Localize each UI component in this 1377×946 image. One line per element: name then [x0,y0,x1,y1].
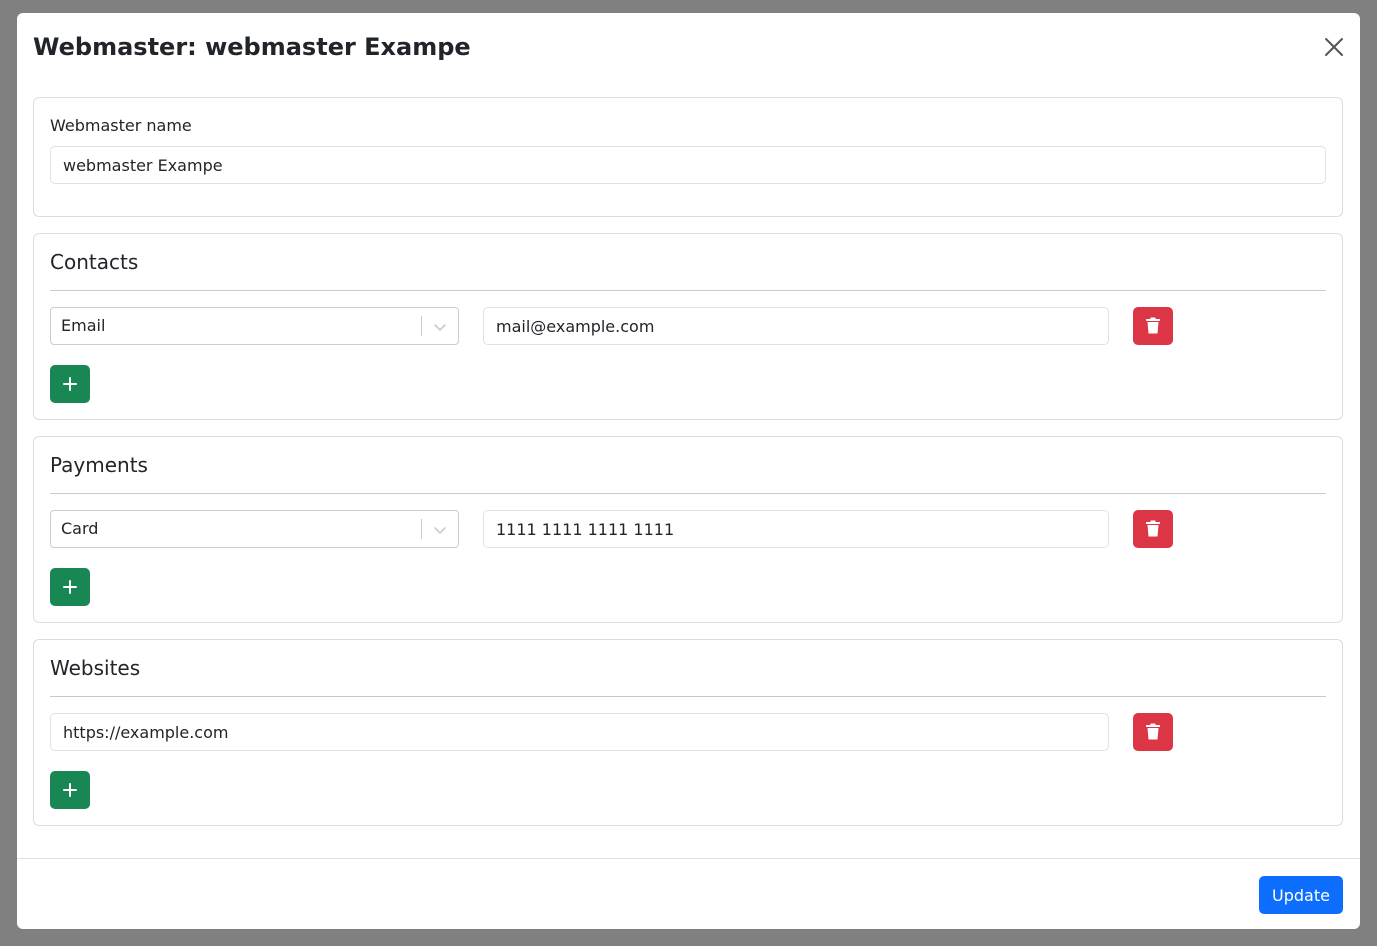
modal-title: Webmaster: webmaster Exampe [33,33,471,61]
plus-icon [63,377,77,391]
webmaster-modal: Webmaster: webmaster Exampe Webmaster na… [17,13,1360,929]
contact-type-select[interactable]: Email [50,307,459,345]
website-url-input[interactable] [50,713,1109,751]
webmaster-name-card: Webmaster name [33,97,1343,217]
select-separator [421,316,422,336]
add-payment-button[interactable] [50,568,90,606]
websites-title: Websites [50,656,141,680]
webmaster-name-label: Webmaster name [50,116,192,135]
close-icon [1325,38,1343,56]
delete-contact-button[interactable] [1133,307,1173,345]
delete-payment-button[interactable] [1133,510,1173,548]
payments-title: Payments [50,453,148,477]
payment-type-value: Card [61,519,99,538]
plus-icon [63,580,77,594]
modal-footer: Update [17,858,1360,929]
add-website-button[interactable] [50,771,90,809]
payment-type-select[interactable]: Card [50,510,459,548]
delete-website-button[interactable] [1133,713,1173,751]
select-separator [421,519,422,539]
trash-icon [1146,723,1160,740]
update-button[interactable]: Update [1259,876,1343,914]
contacts-title: Contacts [50,250,139,274]
webmaster-name-input[interactable] [50,146,1326,184]
websites-card: Websites [33,639,1343,826]
contact-type-value: Email [61,316,106,335]
trash-icon [1146,317,1160,334]
payments-card: Payments Card [33,436,1343,623]
chevron-down-icon [434,527,446,535]
contacts-card: Contacts Email [33,233,1343,420]
close-button[interactable] [1322,35,1346,59]
payment-value-input[interactable] [483,510,1109,548]
payments-divider [50,493,1326,494]
trash-icon [1146,520,1160,537]
websites-divider [50,696,1326,697]
chevron-down-icon [434,324,446,332]
add-contact-button[interactable] [50,365,90,403]
plus-icon [63,783,77,797]
modal-header: Webmaster: webmaster Exampe [17,13,1360,80]
contacts-divider [50,290,1326,291]
contact-value-input[interactable] [483,307,1109,345]
